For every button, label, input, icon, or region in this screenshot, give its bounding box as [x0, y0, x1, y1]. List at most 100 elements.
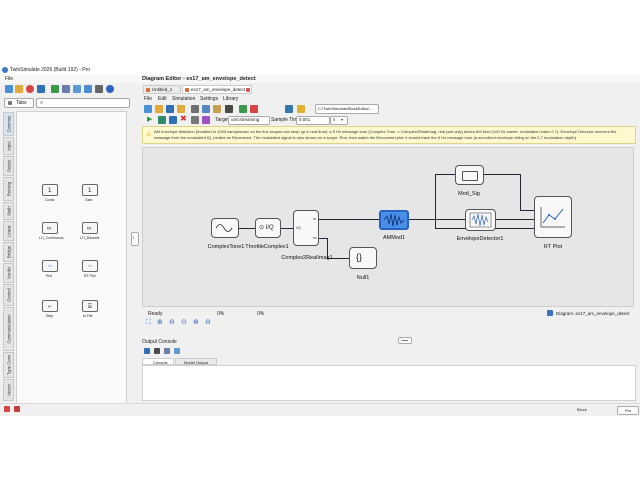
editor-tab-untitled[interactable]: Untitled_1 — [143, 85, 181, 94]
editor-menu-file[interactable]: File — [144, 97, 152, 102]
title-bar: TwinSimulate 2026 (Build 192) - Pro — [0, 66, 640, 75]
progress-pct-2: 0% — [257, 310, 265, 317]
settings-icon[interactable] — [95, 85, 103, 93]
panel-collapse-handle[interactable]: ‹ — [131, 232, 139, 246]
palette-block-lti-continuous[interactable]: ∞ — [42, 222, 58, 234]
palette-block-gain[interactable]: 1 — [82, 184, 98, 196]
palette-search-input[interactable]: ⌕ — [36, 98, 130, 108]
save-icon[interactable] — [37, 85, 45, 93]
editor-menubar: File Edit Simulation Settings Library — [139, 96, 640, 103]
category-tab-math[interactable]: Math — [3, 202, 14, 220]
wire-c2ri-ammod — [319, 219, 379, 220]
category-tab-linear[interactable]: Linear — [3, 221, 14, 241]
zoom-out-2-icon[interactable]: ⊖ — [205, 319, 211, 326]
expand-icon[interactable] — [174, 348, 180, 354]
scope-icon — [462, 171, 478, 181]
label-complex2realimag: Complex2RealImag1 — [281, 255, 333, 261]
script-icon[interactable] — [297, 105, 305, 113]
stop-icon[interactable] — [26, 85, 34, 93]
open-icon[interactable] — [15, 85, 23, 93]
clear-icon[interactable] — [164, 348, 170, 354]
palette-block-to-file[interactable]: ⌸ — [82, 300, 98, 312]
debug-icon[interactable] — [202, 116, 210, 124]
status-pro-button[interactable]: Pro — [617, 406, 639, 415]
stop-icon[interactable]: ✖ — [180, 115, 187, 123]
link-icon[interactable] — [84, 85, 92, 93]
print-icon[interactable] — [225, 105, 233, 113]
cut-icon[interactable] — [191, 105, 199, 113]
grid-icon[interactable] — [73, 85, 81, 93]
close-icon[interactable] — [246, 88, 250, 92]
open-icon[interactable] — [155, 105, 163, 113]
palette-block-lti-discrete[interactable]: ∞ — [82, 222, 98, 234]
console-tab-console[interactable]: Console — [142, 358, 174, 365]
block-throttle[interactable]: ⊙ I/Q — [255, 218, 281, 238]
redo-icon[interactable] — [62, 85, 70, 93]
sample-time-input[interactable]: 0.001 — [296, 116, 330, 125]
category-tab-control[interactable]: Control — [3, 284, 14, 306]
category-tab-nonlin[interactable]: Nonlin — [3, 263, 14, 283]
editor-menu-settings[interactable]: Settings — [200, 97, 218, 102]
run-icon[interactable] — [158, 116, 166, 124]
new-icon[interactable] — [144, 105, 152, 113]
print-icon[interactable] — [154, 348, 160, 354]
undo-icon[interactable] — [239, 105, 247, 113]
editor-menu-edit[interactable]: Edit — [158, 97, 167, 102]
python-icon[interactable] — [285, 105, 293, 113]
menu-file[interactable]: File — [5, 76, 13, 82]
paste-icon[interactable] — [213, 105, 221, 113]
play-icon[interactable]: ▶ — [147, 116, 152, 123]
palette-block-plot[interactable]: ~ — [42, 260, 58, 272]
palette-block-rt-plot[interactable]: ~ — [82, 260, 98, 272]
category-tab-routing[interactable]: Routing — [3, 177, 14, 201]
category-tab-communication[interactable]: Communication — [3, 307, 14, 351]
category-tab-input[interactable]: Input — [3, 137, 14, 155]
block-envelope-detector[interactable] — [465, 209, 496, 231]
chart-line-icon — [540, 207, 565, 228]
diagram-canvas[interactable]: ComplexTone1 ⊙ I/Q ThrottleComplex1 I/Q … — [142, 147, 634, 307]
zoom-in-2-icon[interactable]: ⊕ — [193, 319, 199, 326]
fit-icon[interactable]: ⛶ — [146, 319, 151, 326]
category-tab-vector[interactable]: Vector — [3, 379, 14, 401]
trash-icon[interactable] — [191, 116, 199, 124]
save-icon[interactable] — [169, 116, 177, 124]
palette-block-step[interactable]: ⌐ — [42, 300, 58, 312]
copy-icon[interactable] — [202, 105, 210, 113]
editor-tab-ex17[interactable]: ex17_am_envelope_detect — [182, 85, 252, 94]
zoom-out-icon[interactable]: ⊖ — [169, 319, 175, 326]
category-tab-output[interactable]: Output — [3, 156, 14, 176]
editor-menu-simulation[interactable]: Simulation — [172, 97, 195, 102]
chevron-down-icon: ▾ — [341, 117, 344, 122]
block-null[interactable]: {} — [349, 247, 377, 269]
category-tab-bridge[interactable]: Bridge — [3, 242, 14, 262]
path-field[interactable]: C:\TwinSimulate\BlockEditor\... — [315, 104, 379, 114]
block-ammod[interactable] — [379, 210, 409, 230]
save-as-icon[interactable] — [177, 105, 185, 113]
console-tab-model-output[interactable]: Model Output — [175, 358, 217, 365]
tabs-button[interactable]: Tabs — [4, 98, 34, 108]
redo-icon[interactable] — [250, 105, 258, 113]
palette-block-const[interactable]: 1 — [42, 184, 58, 196]
target-select[interactable]: umcstreaming — [228, 116, 270, 125]
save-icon[interactable] — [166, 105, 174, 113]
block-rt-plot[interactable] — [534, 196, 572, 238]
category-tab-type-conv[interactable]: Type Conv — [3, 352, 14, 378]
save-icon[interactable] — [144, 348, 150, 354]
label-mod-sig: Mod_Sig — [458, 191, 480, 197]
zoom-fit-icon[interactable]: ⊙ — [181, 319, 187, 326]
diagram-status-icon — [547, 310, 553, 316]
undo-icon[interactable] — [51, 85, 59, 93]
info-text: AM envelope detection (throttled to 1000… — [154, 129, 617, 140]
console-body[interactable] — [142, 365, 636, 401]
zoom-in-icon[interactable]: ⊕ — [157, 319, 163, 326]
block-complex2realimag[interactable]: I/Q re im — [293, 210, 319, 246]
warning-icon: ⚠ — [146, 132, 152, 138]
block-complex-tone[interactable] — [211, 218, 239, 238]
new-icon[interactable] — [5, 85, 13, 93]
help-icon[interactable] — [106, 85, 114, 93]
block-mod-sig[interactable] — [455, 165, 484, 185]
editor-menu-library[interactable]: Library — [223, 97, 238, 102]
envelope-wave-icon — [469, 212, 492, 228]
category-tab-common[interactable]: Common — [3, 112, 14, 136]
time-unit-select[interactable]: s ▾ — [330, 116, 348, 125]
